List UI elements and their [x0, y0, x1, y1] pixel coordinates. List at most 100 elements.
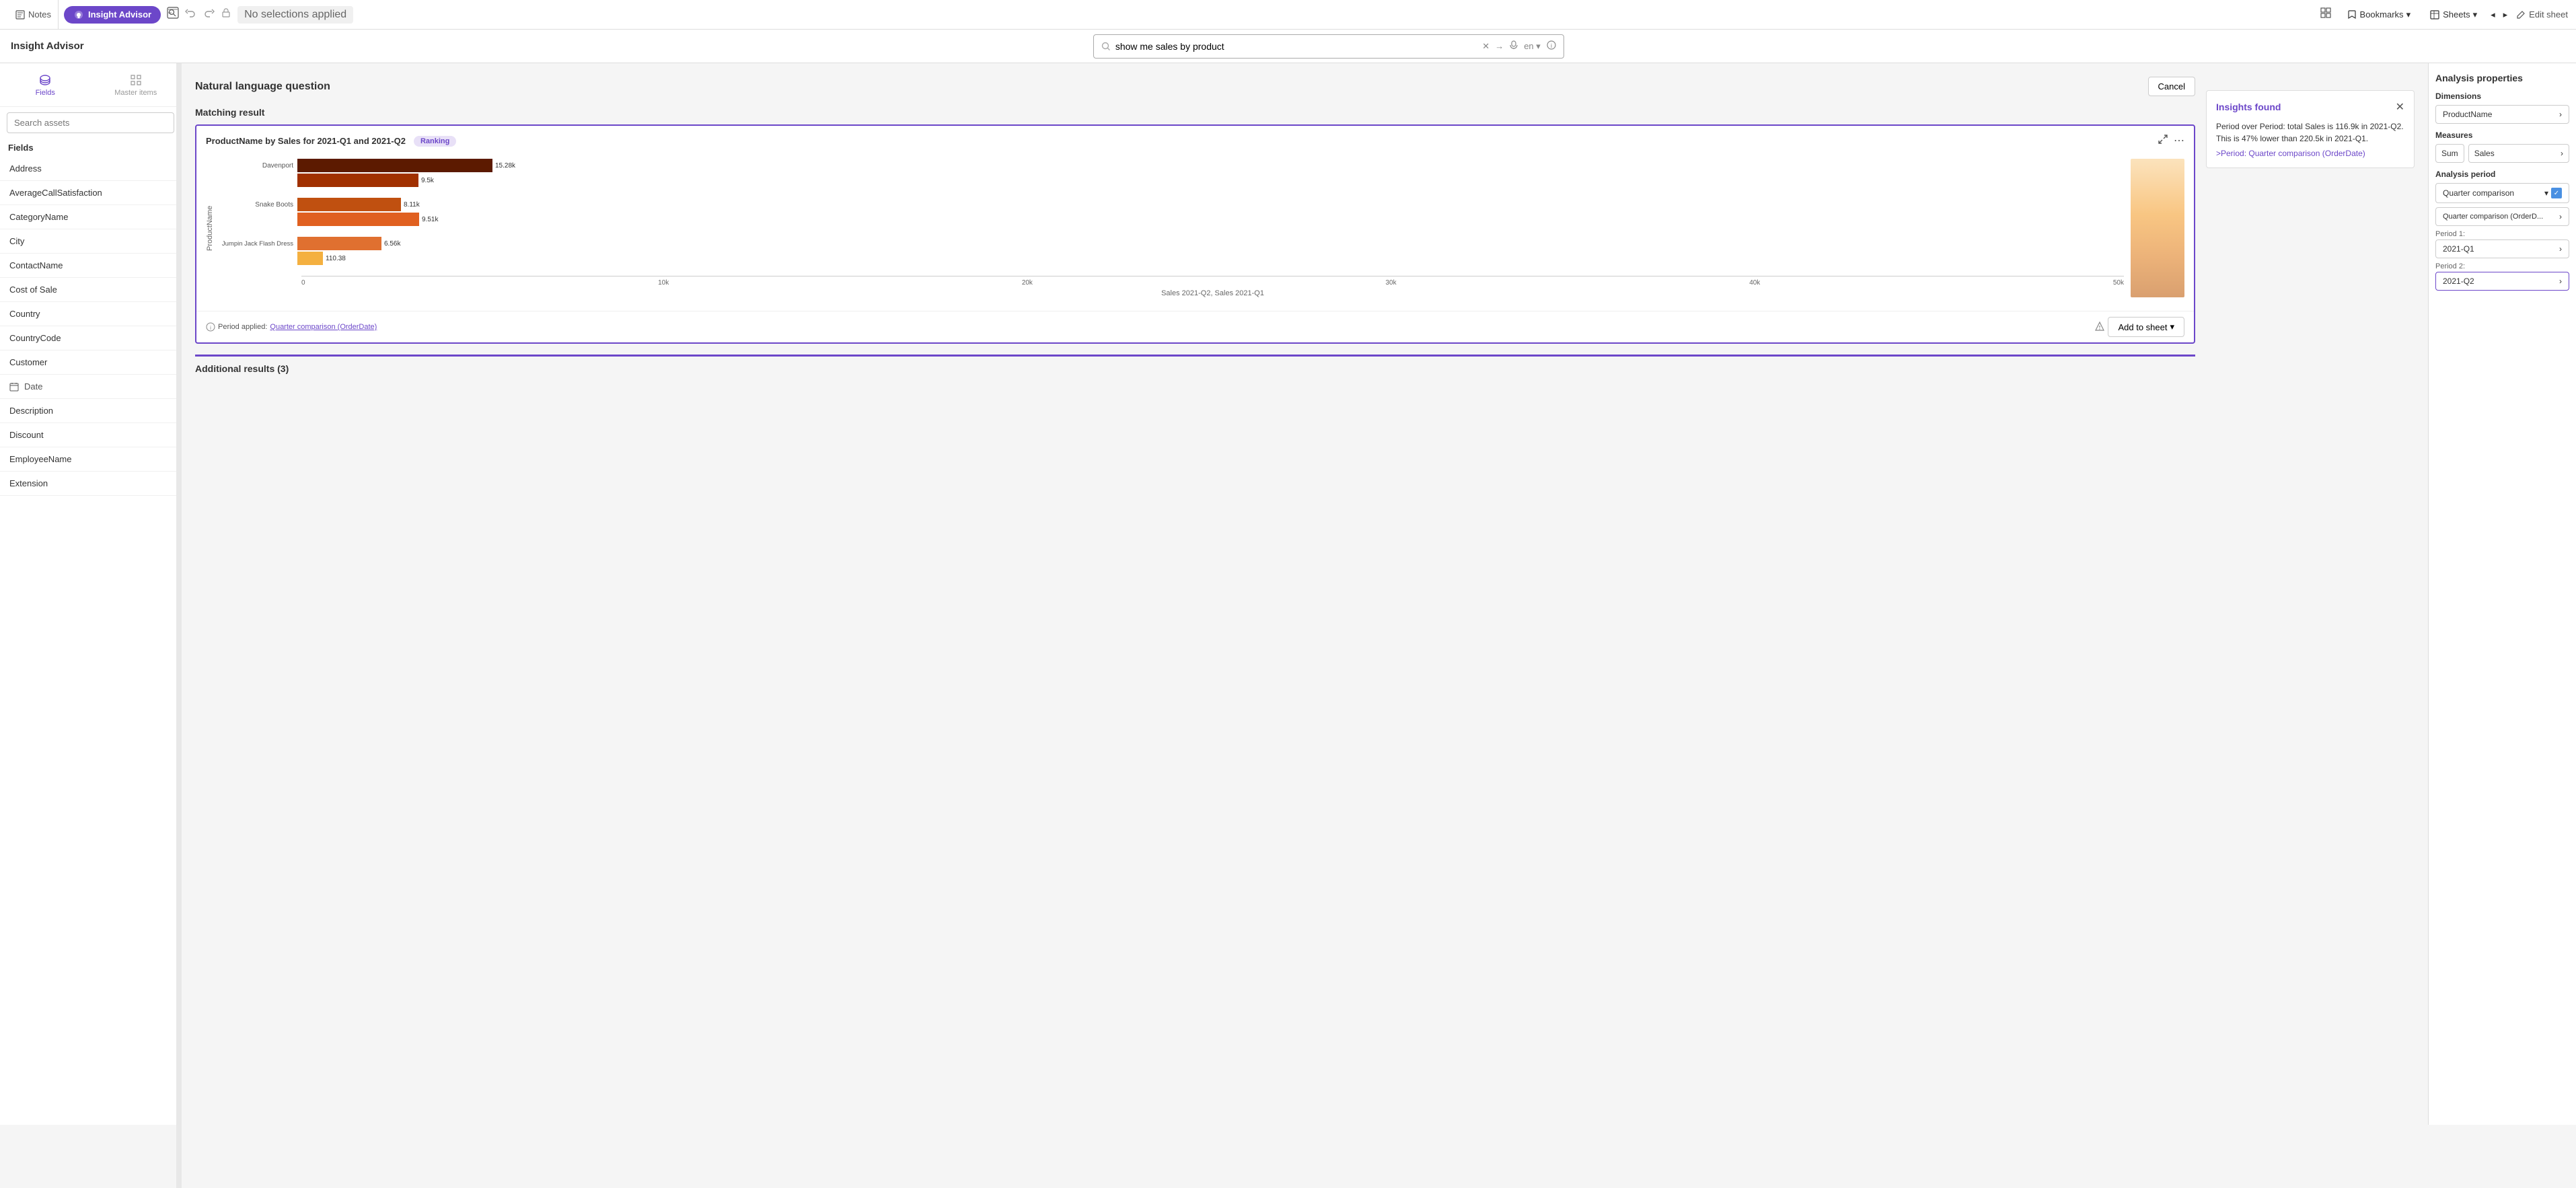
search-assets-input[interactable] [7, 112, 174, 133]
more-options-icon[interactable]: ⋯ [2174, 134, 2184, 148]
notes-tab[interactable]: Notes [8, 0, 59, 29]
field-item-discount[interactable]: Discount [0, 423, 181, 447]
product-label: Jumpin Jack Flash Dress [217, 240, 297, 248]
lock-icon[interactable] [220, 7, 232, 22]
search-bar[interactable]: ✕ → en ▾ i [1093, 34, 1564, 59]
insights-panel-header: Insights found ✕ [2216, 100, 2404, 114]
clear-search-icon[interactable]: ✕ [1482, 41, 1489, 52]
period-select-right: ▾ ✓ [2544, 188, 2562, 198]
bookmark-icon [2347, 9, 2357, 20]
field-item-country[interactable]: Country [0, 302, 181, 326]
field-item-employeename[interactable]: EmployeeName [0, 447, 181, 472]
field-item-description[interactable]: Description [0, 399, 181, 423]
insight-link[interactable]: >Period: Quarter comparison (OrderDate) [2216, 149, 2404, 158]
period2-value[interactable]: 2021-Q2 › [2435, 272, 2569, 291]
field-label: Extension [9, 478, 48, 488]
bar-value: 8.11k [404, 201, 420, 209]
chart-footer: i Period applied: Quarter comparison (Or… [196, 311, 2194, 342]
mic-icon[interactable] [1509, 40, 1518, 52]
expand-icon[interactable] [2158, 134, 2168, 148]
field-item-costofsale[interactable]: Cost of Sale [0, 278, 181, 302]
bar-group-snakeboots: Snake Boots 8.11k 9.51k [217, 198, 2124, 227]
back-btn[interactable]: ◂ [2491, 9, 2495, 20]
field-item-contactname[interactable]: ContactName [0, 254, 181, 278]
period-checkbox[interactable]: ✓ [2551, 188, 2562, 198]
insight-advisor-title: Insight Advisor [11, 40, 84, 52]
field-item-countrycode[interactable]: CountryCode [0, 326, 181, 350]
right-panel-scrollbar-area: Dimensions ProductName › Measures Sum Sa… [2435, 91, 2569, 291]
analysis-properties-title: Analysis properties [2435, 73, 2569, 83]
field-label: Discount [9, 430, 44, 440]
undo-icon[interactable] [185, 7, 197, 22]
field-label: City [9, 236, 24, 246]
field-label: CategoryName [9, 212, 68, 222]
edit-sheet-btn[interactable]: Edit sheet [2515, 9, 2568, 20]
sidebar-nav-master-items[interactable]: Master items [91, 69, 182, 101]
cancel-button[interactable]: Cancel [2148, 77, 2195, 96]
bar-q2-davenport [297, 174, 418, 187]
sales-label: Sales [2474, 149, 2495, 158]
bar-group-davenport: Davenport 15.28k 9.5k [217, 159, 2124, 188]
insight-advisor-tab[interactable]: Insight Advisor [64, 6, 161, 24]
bar-value: 9.51k [422, 216, 438, 223]
info-icon[interactable]: i [1546, 40, 1557, 52]
bookmarks-btn[interactable]: Bookmarks ▾ [2341, 7, 2417, 23]
field-item-address[interactable]: Address [0, 157, 181, 181]
smart-search-icon[interactable] [166, 6, 180, 23]
alert-icon[interactable] [2094, 321, 2105, 334]
bar-row: Snake Boots 8.11k [217, 198, 2124, 211]
bar-value: 6.56k [384, 240, 400, 248]
period-applied-value: Quarter comparison (OrderDate) [270, 323, 377, 331]
add-to-sheet-button[interactable]: Add to sheet ▾ [2108, 317, 2184, 337]
field-label: AverageCallSatisfaction [9, 188, 102, 198]
period-applied-label: Period applied: [218, 323, 267, 331]
dimension-label: ProductName [2443, 110, 2492, 119]
product-name-dimension[interactable]: ProductName › [2435, 105, 2569, 124]
bar-group-jumpin: Jumpin Jack Flash Dress 6.56k 110.38 [217, 237, 2124, 266]
period-comparison-chevron: › [2559, 212, 2562, 221]
forward-btn[interactable]: ▸ [2503, 9, 2508, 20]
y-axis-label: ProductName [206, 159, 214, 297]
bar-q2-jumpin [297, 252, 323, 265]
field-item-categoryname[interactable]: CategoryName [0, 205, 181, 229]
period1-value[interactable]: 2021-Q1 › [2435, 239, 2569, 258]
period-comparison-label: Quarter comparison (OrderD... [2443, 213, 2543, 221]
field-list: Address AverageCallSatisfaction Category… [0, 157, 181, 1125]
field-label: Description [9, 406, 53, 416]
bar-q1-snake [297, 198, 401, 211]
notes-icon [15, 9, 26, 20]
sheets-btn[interactable]: Sheets ▾ [2424, 7, 2482, 23]
insights-close-button[interactable]: ✕ [2396, 100, 2404, 114]
redo-icon[interactable] [203, 7, 215, 22]
insights-found-title: Insights found [2216, 102, 2281, 112]
chart-card-header: ProductName by Sales for 2021-Q1 and 202… [196, 126, 2194, 152]
bar-value: 15.28k [495, 162, 515, 170]
analysis-period-select[interactable]: Quarter comparison ▾ ✓ [2435, 183, 2569, 203]
period-comparison-select[interactable]: Quarter comparison (OrderD... › [2435, 207, 2569, 226]
field-item-city[interactable]: City [0, 229, 181, 254]
field-item-extension[interactable]: Extension [0, 472, 181, 496]
lang-selector[interactable]: en ▾ [1524, 41, 1541, 52]
sidebar-nav-fields[interactable]: Fields [0, 69, 91, 101]
search-input[interactable] [1115, 41, 1482, 52]
calendar-icon [9, 382, 19, 392]
product-label: Snake Boots [217, 201, 297, 209]
sales-chip[interactable]: Sales › [2468, 144, 2569, 163]
x-tick: 20k [1022, 279, 1033, 287]
add-to-sheet-chevron: ▾ [2170, 322, 2174, 332]
footer-right-actions: Add to sheet ▾ [2094, 317, 2184, 337]
search-icon [1101, 41, 1111, 52]
sidebar-resize-handle[interactable] [176, 63, 182, 1125]
x-tick: 50k [2113, 279, 2124, 287]
search-arrow-icon[interactable]: → [1495, 41, 1504, 51]
period-select-row: Quarter comparison [2443, 188, 2514, 198]
field-item-date[interactable]: Date [0, 375, 181, 399]
field-item-customer[interactable]: Customer [0, 350, 181, 375]
insight-icon [73, 9, 84, 20]
svg-text:i: i [210, 325, 211, 331]
grid-icon[interactable] [2320, 7, 2333, 22]
master-items-icon [128, 73, 143, 87]
x-tick: 10k [658, 279, 669, 287]
field-item-avgcall[interactable]: AverageCallSatisfaction [0, 181, 181, 205]
fields-icon [38, 73, 52, 87]
